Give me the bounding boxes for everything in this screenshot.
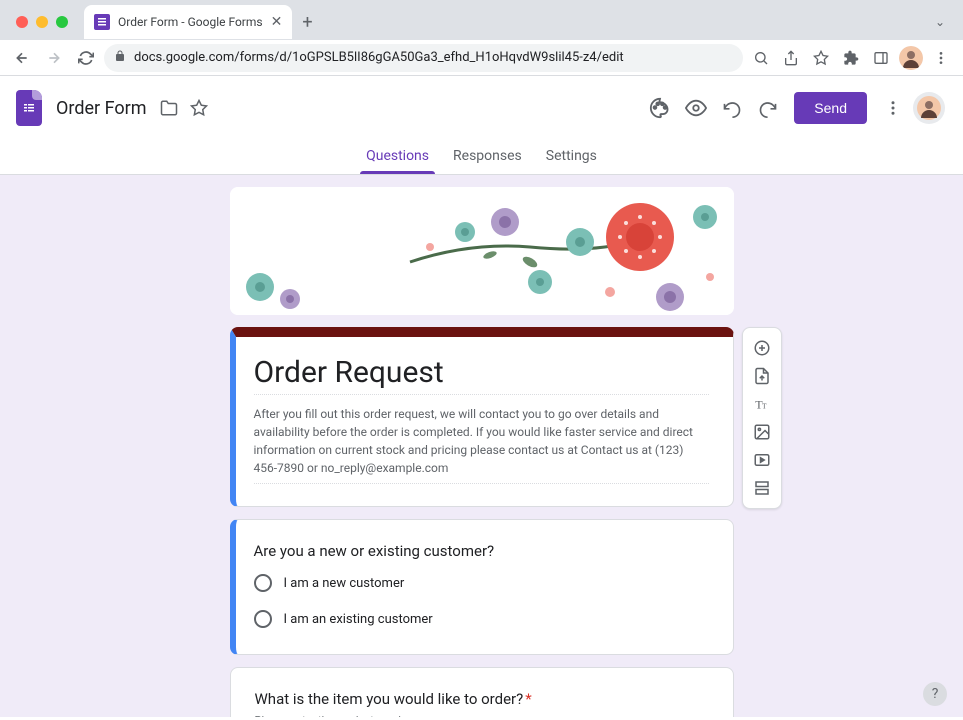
browser-chrome: Order Form - Google Forms ✕ + ⌄ docs.goo… bbox=[0, 0, 963, 76]
form-tabs: Questions Responses Settings bbox=[0, 140, 963, 175]
radio-option[interactable]: I am an existing customer bbox=[254, 610, 709, 628]
radio-option[interactable]: I am a new customer bbox=[254, 574, 709, 592]
form-banner[interactable] bbox=[230, 187, 734, 315]
reload-button[interactable] bbox=[72, 44, 100, 72]
url-text: docs.google.com/forms/d/1oGPSLB5lI86gGA5… bbox=[134, 50, 733, 65]
extensions-icon[interactable] bbox=[837, 44, 865, 72]
form-description[interactable]: After you fill out this order request, w… bbox=[254, 405, 709, 484]
form-title[interactable]: Order Request bbox=[254, 355, 709, 395]
form-canvas[interactable]: Order Request After you fill out this or… bbox=[0, 175, 963, 717]
add-question-icon[interactable] bbox=[744, 334, 780, 362]
radio-icon bbox=[254, 610, 272, 628]
help-icon[interactable]: ? bbox=[923, 682, 947, 706]
app-header: Order Form Send bbox=[0, 76, 963, 140]
tab-strip: Order Form - Google Forms ✕ + ⌄ bbox=[0, 0, 963, 40]
profile-avatar[interactable] bbox=[897, 44, 925, 72]
question-title[interactable]: Are you a new or existing customer? bbox=[254, 542, 709, 560]
svg-text:T: T bbox=[762, 402, 767, 411]
url-input[interactable]: docs.google.com/forms/d/1oGPSLB5lI86gGA5… bbox=[104, 44, 743, 72]
doc-title[interactable]: Order Form bbox=[56, 98, 147, 119]
zoom-icon[interactable] bbox=[747, 44, 775, 72]
side-toolbar: TT bbox=[742, 327, 782, 509]
title-card[interactable]: Order Request After you fill out this or… bbox=[230, 327, 734, 507]
theme-icon[interactable] bbox=[642, 90, 678, 126]
side-panel-icon[interactable] bbox=[867, 44, 895, 72]
question-card[interactable]: What is the item you would like to order… bbox=[230, 667, 734, 717]
add-title-icon[interactable]: TT bbox=[744, 390, 780, 418]
redo-icon[interactable] bbox=[750, 90, 786, 126]
tab-title: Order Form - Google Forms bbox=[118, 15, 263, 29]
radio-icon bbox=[254, 574, 272, 592]
maximize-window-icon[interactable] bbox=[56, 16, 68, 28]
account-avatar[interactable] bbox=[911, 90, 947, 126]
add-section-icon[interactable] bbox=[744, 474, 780, 502]
question-help[interactable]: Please enter the product number bbox=[255, 714, 709, 717]
browser-tab[interactable]: Order Form - Google Forms ✕ bbox=[84, 5, 292, 39]
more-icon[interactable] bbox=[875, 90, 911, 126]
tab-questions[interactable]: Questions bbox=[354, 140, 441, 174]
address-bar: docs.google.com/forms/d/1oGPSLB5lI86gGA5… bbox=[0, 40, 963, 76]
folder-icon[interactable] bbox=[157, 96, 181, 120]
forms-logo-icon[interactable] bbox=[16, 90, 42, 126]
star-icon[interactable] bbox=[187, 96, 211, 120]
preview-icon[interactable] bbox=[678, 90, 714, 126]
lock-icon bbox=[114, 50, 126, 66]
question-card[interactable]: Are you a new or existing customer? I am… bbox=[230, 519, 734, 655]
window-controls bbox=[8, 16, 76, 28]
undo-icon[interactable] bbox=[714, 90, 750, 126]
forward-button[interactable] bbox=[40, 44, 68, 72]
close-tab-icon[interactable]: ✕ bbox=[271, 14, 283, 30]
tab-settings[interactable]: Settings bbox=[534, 140, 609, 174]
new-tab-button[interactable]: + bbox=[302, 12, 312, 33]
question-title[interactable]: What is the item you would like to order… bbox=[255, 690, 709, 708]
add-image-icon[interactable] bbox=[744, 418, 780, 446]
more-menu-icon[interactable] bbox=[927, 44, 955, 72]
share-icon[interactable] bbox=[777, 44, 805, 72]
required-star-icon: * bbox=[525, 690, 531, 708]
minimize-window-icon[interactable] bbox=[36, 16, 48, 28]
close-window-icon[interactable] bbox=[16, 16, 28, 28]
chevron-down-icon[interactable]: ⌄ bbox=[935, 15, 945, 29]
option-label: I am an existing customer bbox=[284, 612, 433, 627]
send-button[interactable]: Send bbox=[794, 92, 867, 124]
add-video-icon[interactable] bbox=[744, 446, 780, 474]
forms-favicon-icon bbox=[94, 14, 110, 30]
tab-responses[interactable]: Responses bbox=[441, 140, 534, 174]
bookmark-icon[interactable] bbox=[807, 44, 835, 72]
back-button[interactable] bbox=[8, 44, 36, 72]
import-questions-icon[interactable] bbox=[744, 362, 780, 390]
option-label: I am a new customer bbox=[284, 576, 405, 591]
